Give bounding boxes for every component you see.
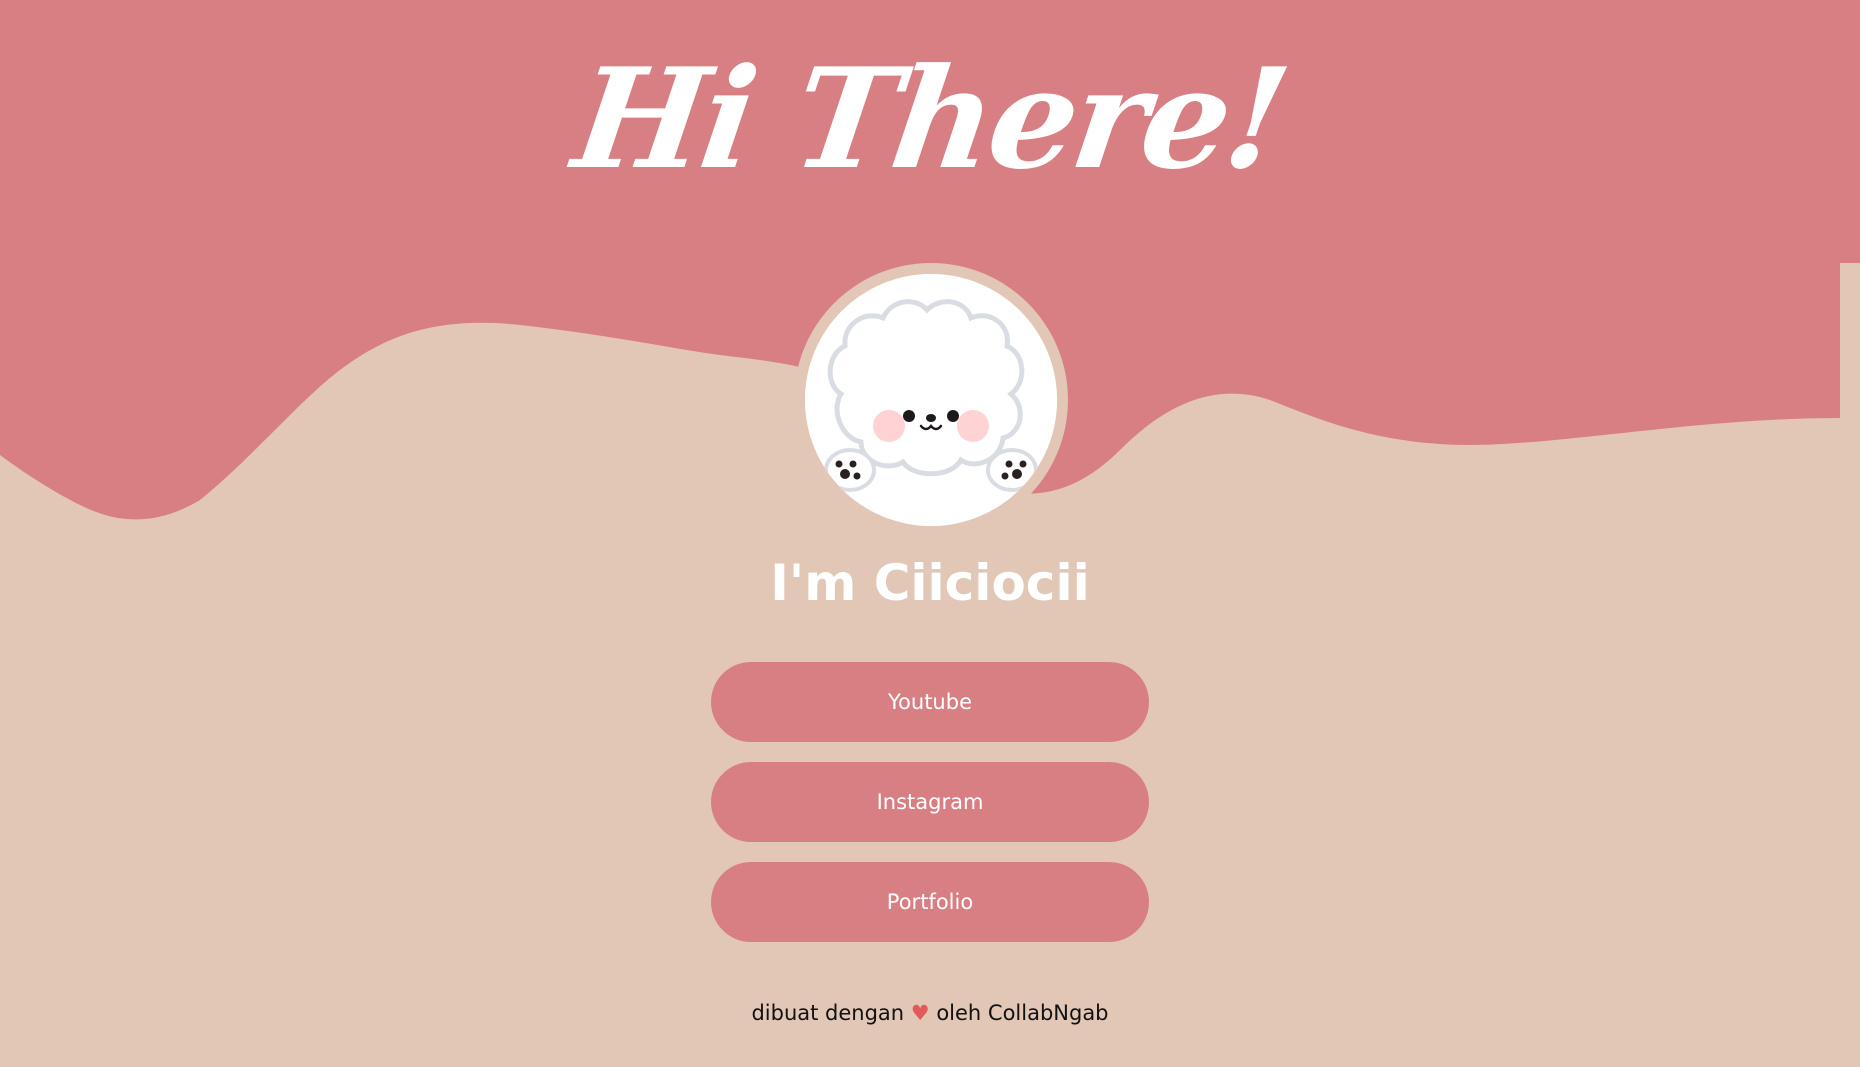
footer: dibuat dengan ♥ oleh CollabNgab — [0, 998, 1860, 1028]
avatar — [805, 274, 1057, 526]
page: Hi There! I'm Ciiciocii Youtube Instagra… — [0, 0, 1860, 1067]
footer-credit: oleh CollabNgab — [936, 1001, 1109, 1025]
page-title: Hi There! — [565, 37, 1295, 200]
instagram-link-button[interactable]: Instagram — [711, 762, 1149, 842]
link-list: Youtube Instagram Portfolio — [711, 662, 1149, 962]
profile-name: I'm Ciiciocii — [770, 554, 1090, 612]
portfolio-link-button[interactable]: Portfolio — [711, 862, 1149, 942]
heart-icon: ♥ — [910, 1001, 930, 1025]
fluffy-puppy-icon — [805, 274, 1057, 526]
youtube-link-button[interactable]: Youtube — [711, 662, 1149, 742]
footer-prefix: dibuat dengan — [751, 1001, 905, 1025]
